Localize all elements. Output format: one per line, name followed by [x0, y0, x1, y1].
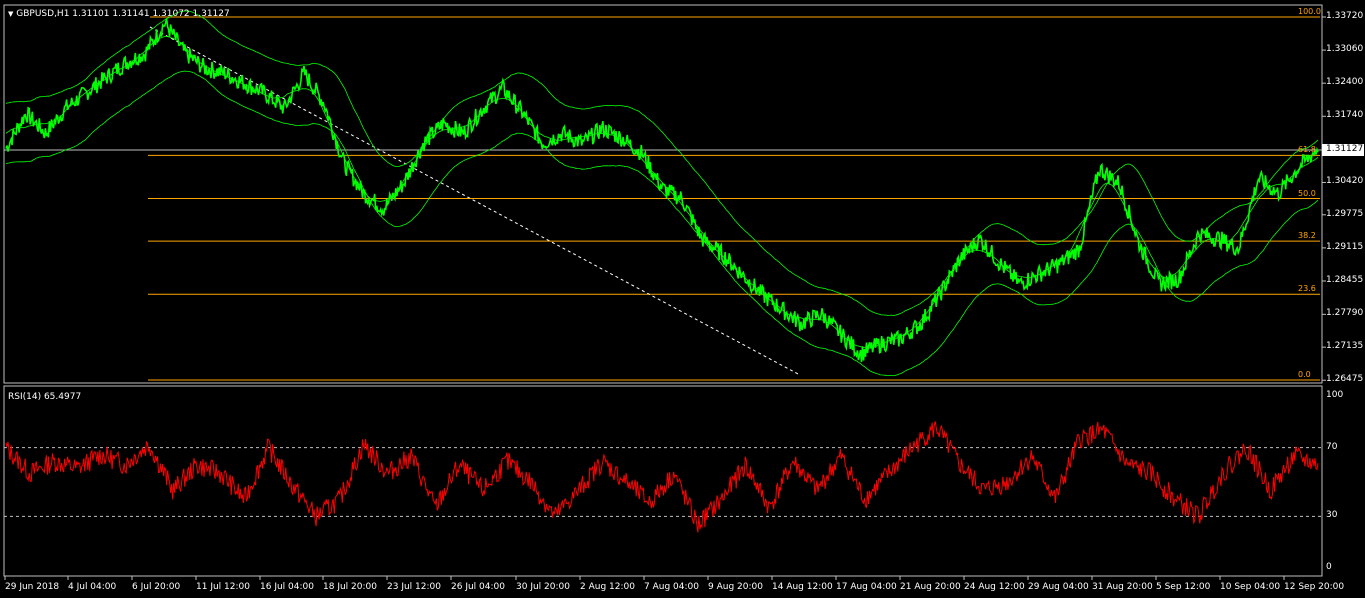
- time-axis-tick: 29 Jun 2018: [5, 582, 60, 592]
- price-axis-tick: 1.26475: [1326, 374, 1364, 385]
- price-axis-tick: 1.33720: [1326, 11, 1364, 21]
- chart-title: ▼ GBPUSD,H1 1.31101 1.31141 1.31072 1.31…: [8, 9, 230, 19]
- price-axis-tick: 1.31740: [1326, 110, 1364, 121]
- rsi-axis-tick: 30: [1326, 510, 1338, 521]
- time-axis-tick: 29 Aug 04:00: [1028, 582, 1089, 592]
- symbol-info: GBPUSD,H1 1.31101 1.31141 1.31072 1.3112…: [16, 9, 230, 19]
- rsi-title: RSI(14) 65.4977: [8, 392, 82, 402]
- time-axis-tick: 17 Aug 04:00: [836, 582, 897, 592]
- fib-level-label: 61.8: [1298, 145, 1316, 155]
- price-axis-tick: 1.33060: [1326, 44, 1364, 55]
- price-axis-tick: 1.27135: [1326, 341, 1364, 352]
- time-axis-tick: 7 Aug 04:00: [644, 582, 699, 592]
- time-axis-tick: 14 Aug 12:00: [772, 582, 833, 592]
- time-axis-tick: 23 Jul 12:00: [387, 582, 441, 592]
- fib-level-label: 38.2: [1298, 231, 1316, 241]
- price-axis-tick: 1.27790: [1326, 308, 1364, 319]
- time-axis-tick: 18 Jul 20:00: [323, 582, 377, 592]
- time-axis-tick: 21 Aug 20:00: [900, 582, 961, 592]
- price-axis-tick: 1.28455: [1326, 274, 1364, 285]
- chart-area: [3, 4, 1364, 580]
- price-axis-tick: 1.30420: [1326, 176, 1364, 187]
- rsi-axis-tick: 70: [1326, 441, 1338, 452]
- time-axis-tick: 16 Jul 04:00: [260, 582, 314, 592]
- time-axis-tick: 24 Aug 12:00: [964, 582, 1025, 592]
- time-axis-tick: 11 Jul 12:00: [196, 582, 250, 592]
- rsi-panel-frame: [3, 385, 1323, 577]
- fib-level-label: 23.6: [1298, 284, 1316, 294]
- price-panel-frame: [3, 4, 1323, 384]
- price-axis-tick: 1.32400: [1326, 77, 1364, 88]
- time-axis-tick: 2 Aug 12:00: [580, 582, 635, 592]
- time-axis-tick: 6 Jul 20:00: [132, 582, 181, 592]
- price-axis-tick: 1.29115: [1326, 241, 1364, 252]
- price-axis-tick: 1.31127: [1326, 144, 1364, 154]
- rsi-axis-tick: 100: [1326, 390, 1344, 400]
- rsi-axis-tick: 0: [1326, 562, 1332, 572]
- fib-level-label: 50.0: [1298, 188, 1316, 198]
- fib-level-label: 100.0: [1298, 7, 1321, 16]
- time-axis-tick: 4 Jul 04:00: [68, 582, 117, 592]
- time-axis-tick: 26 Jul 04:00: [451, 582, 505, 592]
- time-axis-tick: 30 Jul 20:00: [516, 582, 570, 592]
- time-axis-tick: 12 Sep 20:00: [1284, 582, 1345, 592]
- time-axis-tick: 5 Sep 12:00: [1156, 582, 1211, 592]
- time-axis-tick: 9 Aug 20:00: [708, 582, 763, 592]
- price-axis-tick: 1.29775: [1326, 208, 1364, 219]
- time-axis-tick: 31 Aug 20:00: [1092, 582, 1153, 592]
- dropdown-triangle-icon[interactable]: ▼: [8, 10, 13, 18]
- fib-level-label: 0.0: [1298, 370, 1311, 379]
- time-axis-tick: 10 Sep 04:00: [1220, 582, 1281, 592]
